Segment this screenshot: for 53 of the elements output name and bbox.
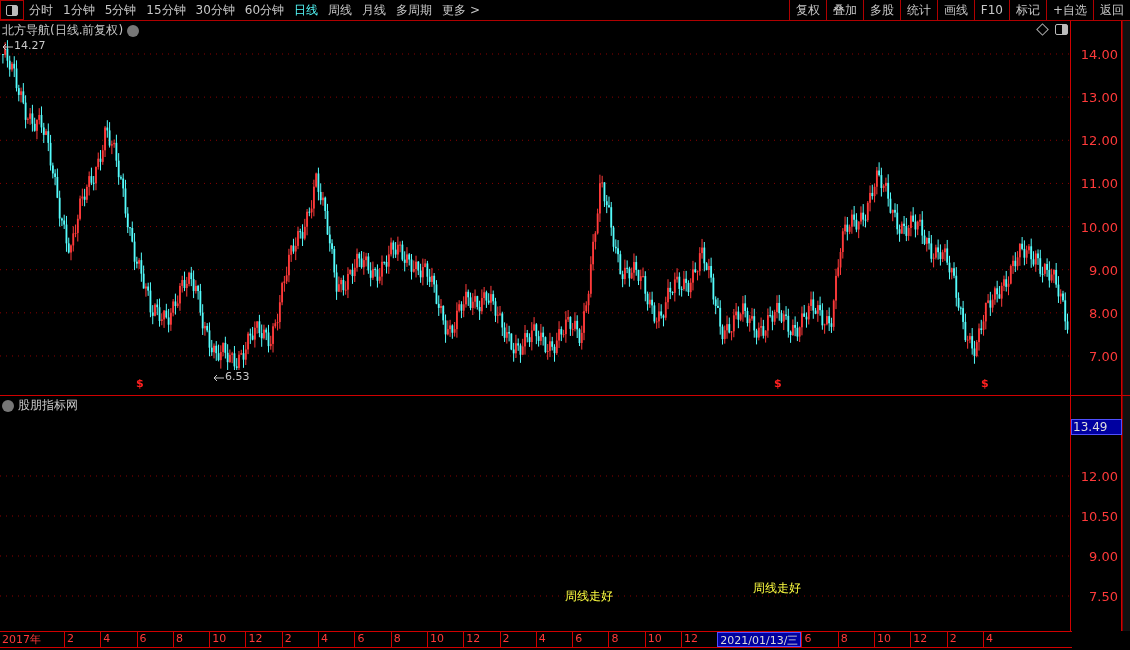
axis-label: 9.00 (1089, 549, 1118, 564)
axis-label: 10.50 (1080, 509, 1118, 524)
date-label: 8 (172, 632, 210, 647)
date-label: 8 (608, 632, 645, 647)
indicator-title: 股朋指标网 (18, 397, 78, 414)
axis-label: 7.00 (1089, 348, 1118, 364)
dropdown-icon[interactable] (2, 399, 14, 412)
panel-toggle-button[interactable] (0, 0, 24, 20)
date-label: 10 (644, 632, 682, 647)
signal-mark: $ (136, 377, 144, 390)
date-label: 4 (318, 632, 355, 647)
axis-label: 13.00 (1080, 90, 1118, 106)
leader-arrow-icon (2, 43, 13, 51)
axis-label: 7.50 (1089, 589, 1118, 604)
axis-label: 8.00 (1089, 305, 1118, 321)
date-label: 6 (136, 632, 173, 647)
date-label: 10 (874, 632, 911, 647)
date-label: 8 (390, 632, 427, 647)
axis-label: 12.00 (1080, 469, 1118, 484)
dropdown-icon[interactable] (127, 24, 140, 37)
axis-label: 11.00 (1080, 176, 1118, 192)
date-label: 6 (354, 632, 391, 647)
chart-title: 北方导航(日线.前复权) (2, 22, 124, 39)
date-label: 4 (100, 632, 137, 647)
signal-annotation: 周线走好 (753, 580, 801, 597)
axis-label: 9.00 (1089, 262, 1118, 278)
panel-toggle-icon[interactable] (1055, 24, 1068, 35)
date-label: 6 (572, 632, 609, 647)
axis-label: 12.00 (1080, 133, 1118, 149)
axis-label: 14.00 (1080, 47, 1118, 62)
signal-mark: $ (981, 377, 989, 390)
current-value-label: 13.49 (1071, 419, 1123, 435)
axis-label: 10.00 (1080, 219, 1118, 235)
date-label: 2021/01/13/三 (717, 632, 802, 647)
date-label: 8 (837, 632, 875, 647)
date-label: 2 (499, 632, 536, 647)
leader-arrow-icon (213, 374, 224, 382)
date-label: 12 (463, 632, 500, 647)
date-label: 12 (245, 632, 282, 647)
date-label: 2 (946, 632, 983, 647)
date-label: 4 (535, 632, 573, 647)
signal-annotation: 周线走好 (565, 588, 613, 605)
date-label: 2 (64, 632, 101, 647)
date-label: 10 (426, 632, 464, 647)
date-label: 2 (281, 632, 319, 647)
date-label: 2017年 (1, 632, 42, 647)
date-label: 12 (910, 632, 947, 647)
low-price-label: 6.53 (225, 370, 250, 383)
date-label: 10 (209, 632, 246, 647)
high-price-label: 14.27 (14, 39, 46, 52)
signal-mark: $ (774, 377, 782, 390)
date-label: 4 (982, 632, 1020, 647)
date-label: 6 (801, 632, 838, 647)
